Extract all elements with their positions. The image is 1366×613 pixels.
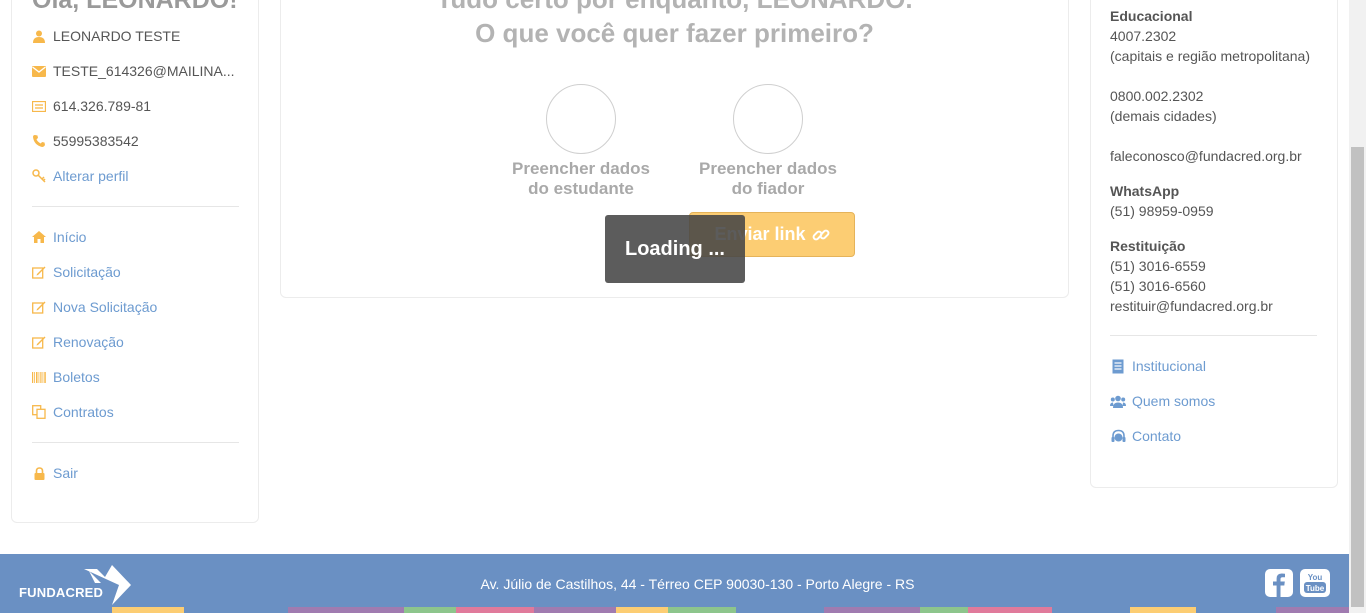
phone-icon bbox=[32, 134, 46, 148]
sidebar-item-label: Nova Solicitação bbox=[53, 299, 158, 315]
scrollbar-thumb[interactable] bbox=[1351, 147, 1364, 607]
svg-text:Tube: Tube bbox=[1306, 584, 1325, 593]
refund-email[interactable]: restituir@fundacred.org.br bbox=[1110, 297, 1273, 315]
footer-color-stripe bbox=[0, 607, 1349, 613]
user-document-row: 614.326.789-81 bbox=[32, 97, 151, 115]
sidebar-item-label: Solicitação bbox=[53, 264, 121, 280]
edit-profile-label: Alterar perfil bbox=[53, 168, 129, 184]
sidebar-divider bbox=[32, 206, 239, 207]
contact-phone-capitals: 4007.2302 bbox=[1110, 28, 1177, 44]
edit-icon bbox=[32, 300, 46, 314]
guarantor-option-line1: Preencher dados bbox=[699, 159, 837, 178]
contact-phone-other: 0800.002.2302 bbox=[1110, 88, 1204, 104]
headset-icon bbox=[1110, 428, 1126, 444]
lock-icon bbox=[32, 466, 46, 480]
onboarding-title: Tudo certo por enquanto, LEONARDO. bbox=[280, 0, 1069, 15]
onboarding-subtitle: O que você quer fazer primeiro? bbox=[475, 18, 874, 48]
key-icon bbox=[32, 169, 46, 183]
footer-address: Av. Júlio de Castilhos, 44 - Térreo CEP … bbox=[480, 576, 915, 592]
student-option-line2: do estudante bbox=[528, 179, 634, 198]
link-chain-icon bbox=[812, 226, 830, 244]
copy-icon bbox=[32, 405, 46, 419]
user-icon bbox=[32, 29, 46, 43]
sidebar-item-inicio[interactable]: Início bbox=[32, 228, 86, 246]
id-card-icon bbox=[32, 99, 46, 113]
edit-icon bbox=[32, 265, 46, 279]
contact-phone-other-note: (demais cidades) bbox=[1110, 108, 1217, 124]
sidebar-item-label: Contratos bbox=[53, 404, 114, 420]
guarantor-option-label[interactable]: Preencher dados do fiador bbox=[683, 159, 853, 199]
loading-overlay: Loading ... bbox=[605, 215, 745, 283]
contato-link[interactable]: Contato bbox=[1110, 427, 1181, 445]
svg-text:You: You bbox=[1308, 573, 1323, 582]
contact-divider bbox=[1110, 335, 1317, 336]
sidebar-item-boletos[interactable]: Boletos bbox=[32, 368, 100, 386]
whatsapp-number: (51) 98959-0959 bbox=[1110, 203, 1214, 219]
student-option-icon[interactable] bbox=[546, 84, 616, 154]
guarantor-option-icon[interactable] bbox=[733, 84, 803, 154]
student-option-label[interactable]: Preencher dados do estudante bbox=[496, 159, 666, 199]
refund-phone-2: (51) 3016-6560 bbox=[1110, 278, 1206, 294]
sidebar-item-label: Renovação bbox=[53, 334, 124, 350]
whatsapp-title: WhatsApp bbox=[1110, 183, 1180, 199]
user-phone-row: 55995383542 bbox=[32, 132, 139, 150]
sidebar-item-solicitacao[interactable]: Solicitação bbox=[32, 263, 121, 281]
logout-label: Sair bbox=[53, 465, 78, 481]
envelope-icon bbox=[32, 64, 46, 78]
sidebar-item-label: Boletos bbox=[53, 369, 100, 385]
contact-phone-capitals-note: (capitais e região metropolitana) bbox=[1110, 48, 1310, 64]
facebook-icon[interactable] bbox=[1265, 569, 1293, 597]
sidebar-item-nova-solicitacao[interactable]: Nova Solicitação bbox=[32, 298, 157, 316]
greeting-heading: Olá, LEONARDO! bbox=[32, 0, 238, 14]
youtube-icon[interactable]: You Tube bbox=[1300, 569, 1330, 597]
users-icon bbox=[1110, 393, 1126, 409]
quem-somos-link[interactable]: Quem somos bbox=[1110, 392, 1215, 410]
edit-profile-link[interactable]: Alterar perfil bbox=[32, 167, 128, 185]
sidebar-item-renovacao[interactable]: Renovação bbox=[32, 333, 124, 351]
contact-section-title: Educacional bbox=[1110, 8, 1193, 24]
user-name: LEONARDO TESTE bbox=[53, 28, 181, 44]
quem-somos-label: Quem somos bbox=[1132, 393, 1216, 409]
user-name-row: LEONARDO TESTE bbox=[32, 27, 180, 45]
user-phone: 55995383542 bbox=[53, 133, 139, 149]
user-email-row: TESTE_614326@MAILINA... bbox=[32, 62, 235, 80]
contato-label: Contato bbox=[1132, 428, 1182, 444]
home-icon bbox=[32, 230, 46, 244]
edit-icon bbox=[32, 335, 46, 349]
sidebar-item-contratos[interactable]: Contratos bbox=[32, 403, 114, 421]
user-cpf: 614.326.789-81 bbox=[53, 98, 152, 114]
institucional-link[interactable]: Institucional bbox=[1110, 357, 1206, 375]
barcode-icon bbox=[32, 370, 46, 384]
refund-title: Restituição bbox=[1110, 238, 1186, 254]
student-option-line1: Preencher dados bbox=[512, 159, 650, 178]
contact-email[interactable]: faleconosco@fundacred.org.br bbox=[1110, 147, 1302, 165]
sidebar-divider bbox=[32, 442, 239, 443]
guarantor-option-line2: do fiador bbox=[731, 179, 805, 198]
institucional-label: Institucional bbox=[1132, 358, 1206, 374]
sidebar-item-label: Início bbox=[53, 229, 87, 245]
document-icon bbox=[1110, 358, 1126, 374]
logout-link[interactable]: Sair bbox=[32, 464, 78, 482]
user-email: TESTE_614326@MAILINA... bbox=[53, 63, 235, 79]
refund-phone-1: (51) 3016-6559 bbox=[1110, 258, 1206, 274]
